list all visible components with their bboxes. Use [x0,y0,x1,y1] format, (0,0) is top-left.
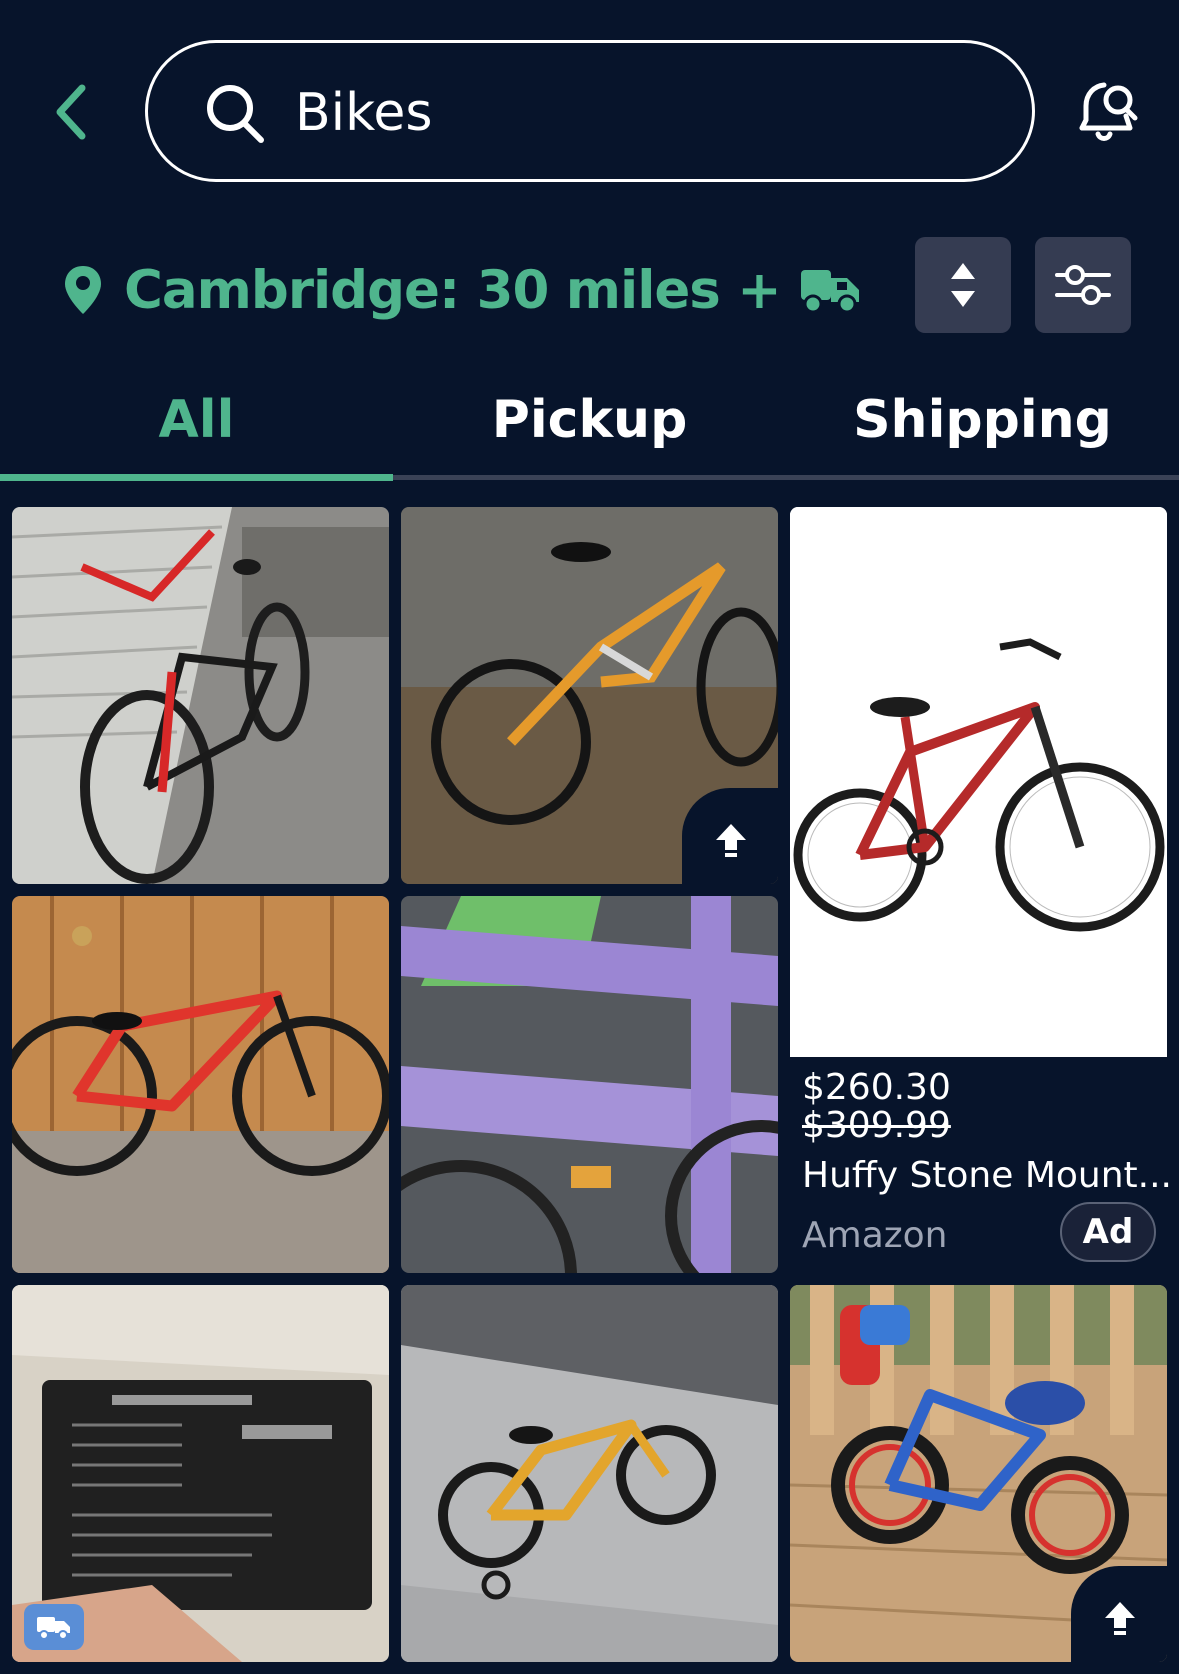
location-pin-icon [65,266,101,314]
listing-tile[interactable] [401,1285,778,1662]
listing-tile[interactable] [790,1285,1167,1662]
listing-photo [401,896,778,1273]
ad-badge: Ad [1060,1202,1156,1262]
back-chevron-icon[interactable] [48,80,98,144]
tab-shipping[interactable]: Shipping [786,390,1179,450]
filter-button[interactable] [1035,237,1131,333]
listing-tile[interactable] [401,507,778,884]
sort-arrows-icon [951,263,975,307]
ad-original-price: $309.99 [802,1105,951,1146]
tab-selected-indicator [0,474,393,481]
ad-title: Huffy Stone Mount... [802,1155,1173,1196]
listing-tile[interactable] [12,1285,389,1662]
listing-tile[interactable] [12,507,389,884]
search-bar[interactable]: Bikes [145,40,1035,182]
saved-search-bell-icon[interactable] [1072,76,1140,146]
search-query[interactable]: Bikes [295,77,432,149]
boost-badge [1071,1566,1167,1662]
search-icon [207,85,264,143]
delivery-truck-icon [800,270,859,314]
boost-badge [682,788,778,884]
tab-pickup[interactable]: Pickup [393,390,786,450]
listing-photo [12,896,389,1273]
location-filter[interactable]: Cambridge: 30 miles + [62,250,863,330]
boost-arrow-icon [1105,1602,1135,1635]
listing-photo [12,507,389,884]
sort-button[interactable] [915,237,1011,333]
shipping-truck-icon [37,1617,70,1640]
ad-price: $260.30 [802,1067,951,1108]
sponsored-ad-card[interactable]: $260.30 $309.99 Huffy Stone Mount... Ama… [790,507,1172,1262]
listing-tabs: All Pickup Shipping [0,380,1179,480]
listing-photo [401,1285,778,1662]
ad-seller: Amazon [802,1215,948,1256]
boost-arrow-icon [716,824,746,857]
ad-product-image [790,507,1167,1057]
tab-all[interactable]: All [0,390,393,450]
listing-tile[interactable] [12,896,389,1273]
location-label: Cambridge: 30 miles + [124,259,782,321]
filter-sliders-icon [1055,265,1111,305]
listing-tile[interactable] [401,896,778,1273]
shipping-badge [24,1604,84,1650]
